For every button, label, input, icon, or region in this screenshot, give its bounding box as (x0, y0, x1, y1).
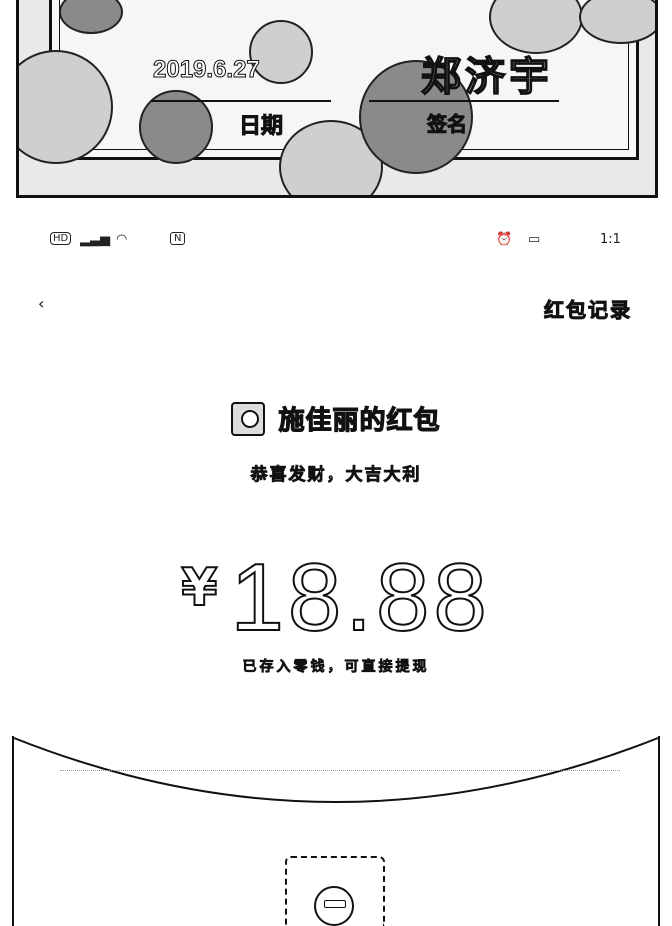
nfc-icon: N (170, 232, 186, 245)
sender-row: 施佳丽的红包 (0, 400, 672, 437)
battery-icon: ▭ (528, 232, 541, 247)
date-underline (151, 100, 331, 102)
dotted-divider (60, 770, 620, 771)
certificate-signature: 郑济宇 (420, 52, 553, 101)
status-time: 1:1 (600, 232, 621, 247)
currency-symbol: ¥ (180, 557, 218, 619)
status-bar: HD ▂▃▅ ◠ N ⏰ ▭ 1:1 (0, 222, 672, 262)
certificate-date-label: 日期 (238, 114, 284, 140)
certificate-date: 2019.6.27 (153, 56, 261, 84)
bottom-curve (13, 737, 659, 803)
hd-badge: HD (50, 232, 72, 245)
sender-avatar (231, 401, 266, 436)
deposit-note-link[interactable]: 已存入零钱，可直接提现 (0, 656, 672, 676)
sticker-face-icon[interactable] (314, 886, 354, 926)
back-arrow-icon[interactable]: ‹ (38, 294, 44, 313)
certificate-photo: 2019.6.27 日期 郑济宇 签名 (16, 0, 658, 198)
sender-name: 施佳丽的红包 (278, 405, 441, 436)
red-packet-records-link[interactable]: 红包记录 (544, 294, 632, 323)
amount-row: ¥ 18.88 (0, 544, 672, 651)
greeting-text: 恭喜发财，大吉大利 (250, 465, 422, 486)
signature-underline (369, 100, 559, 102)
wifi-icon: ◠ (116, 232, 128, 247)
alarm-icon: ⏰ (496, 232, 513, 247)
amount-value: 18.88 (230, 544, 491, 651)
signal-icon: ▂▃▅ (80, 232, 110, 247)
certificate-signature-label: 签名 (427, 112, 468, 137)
